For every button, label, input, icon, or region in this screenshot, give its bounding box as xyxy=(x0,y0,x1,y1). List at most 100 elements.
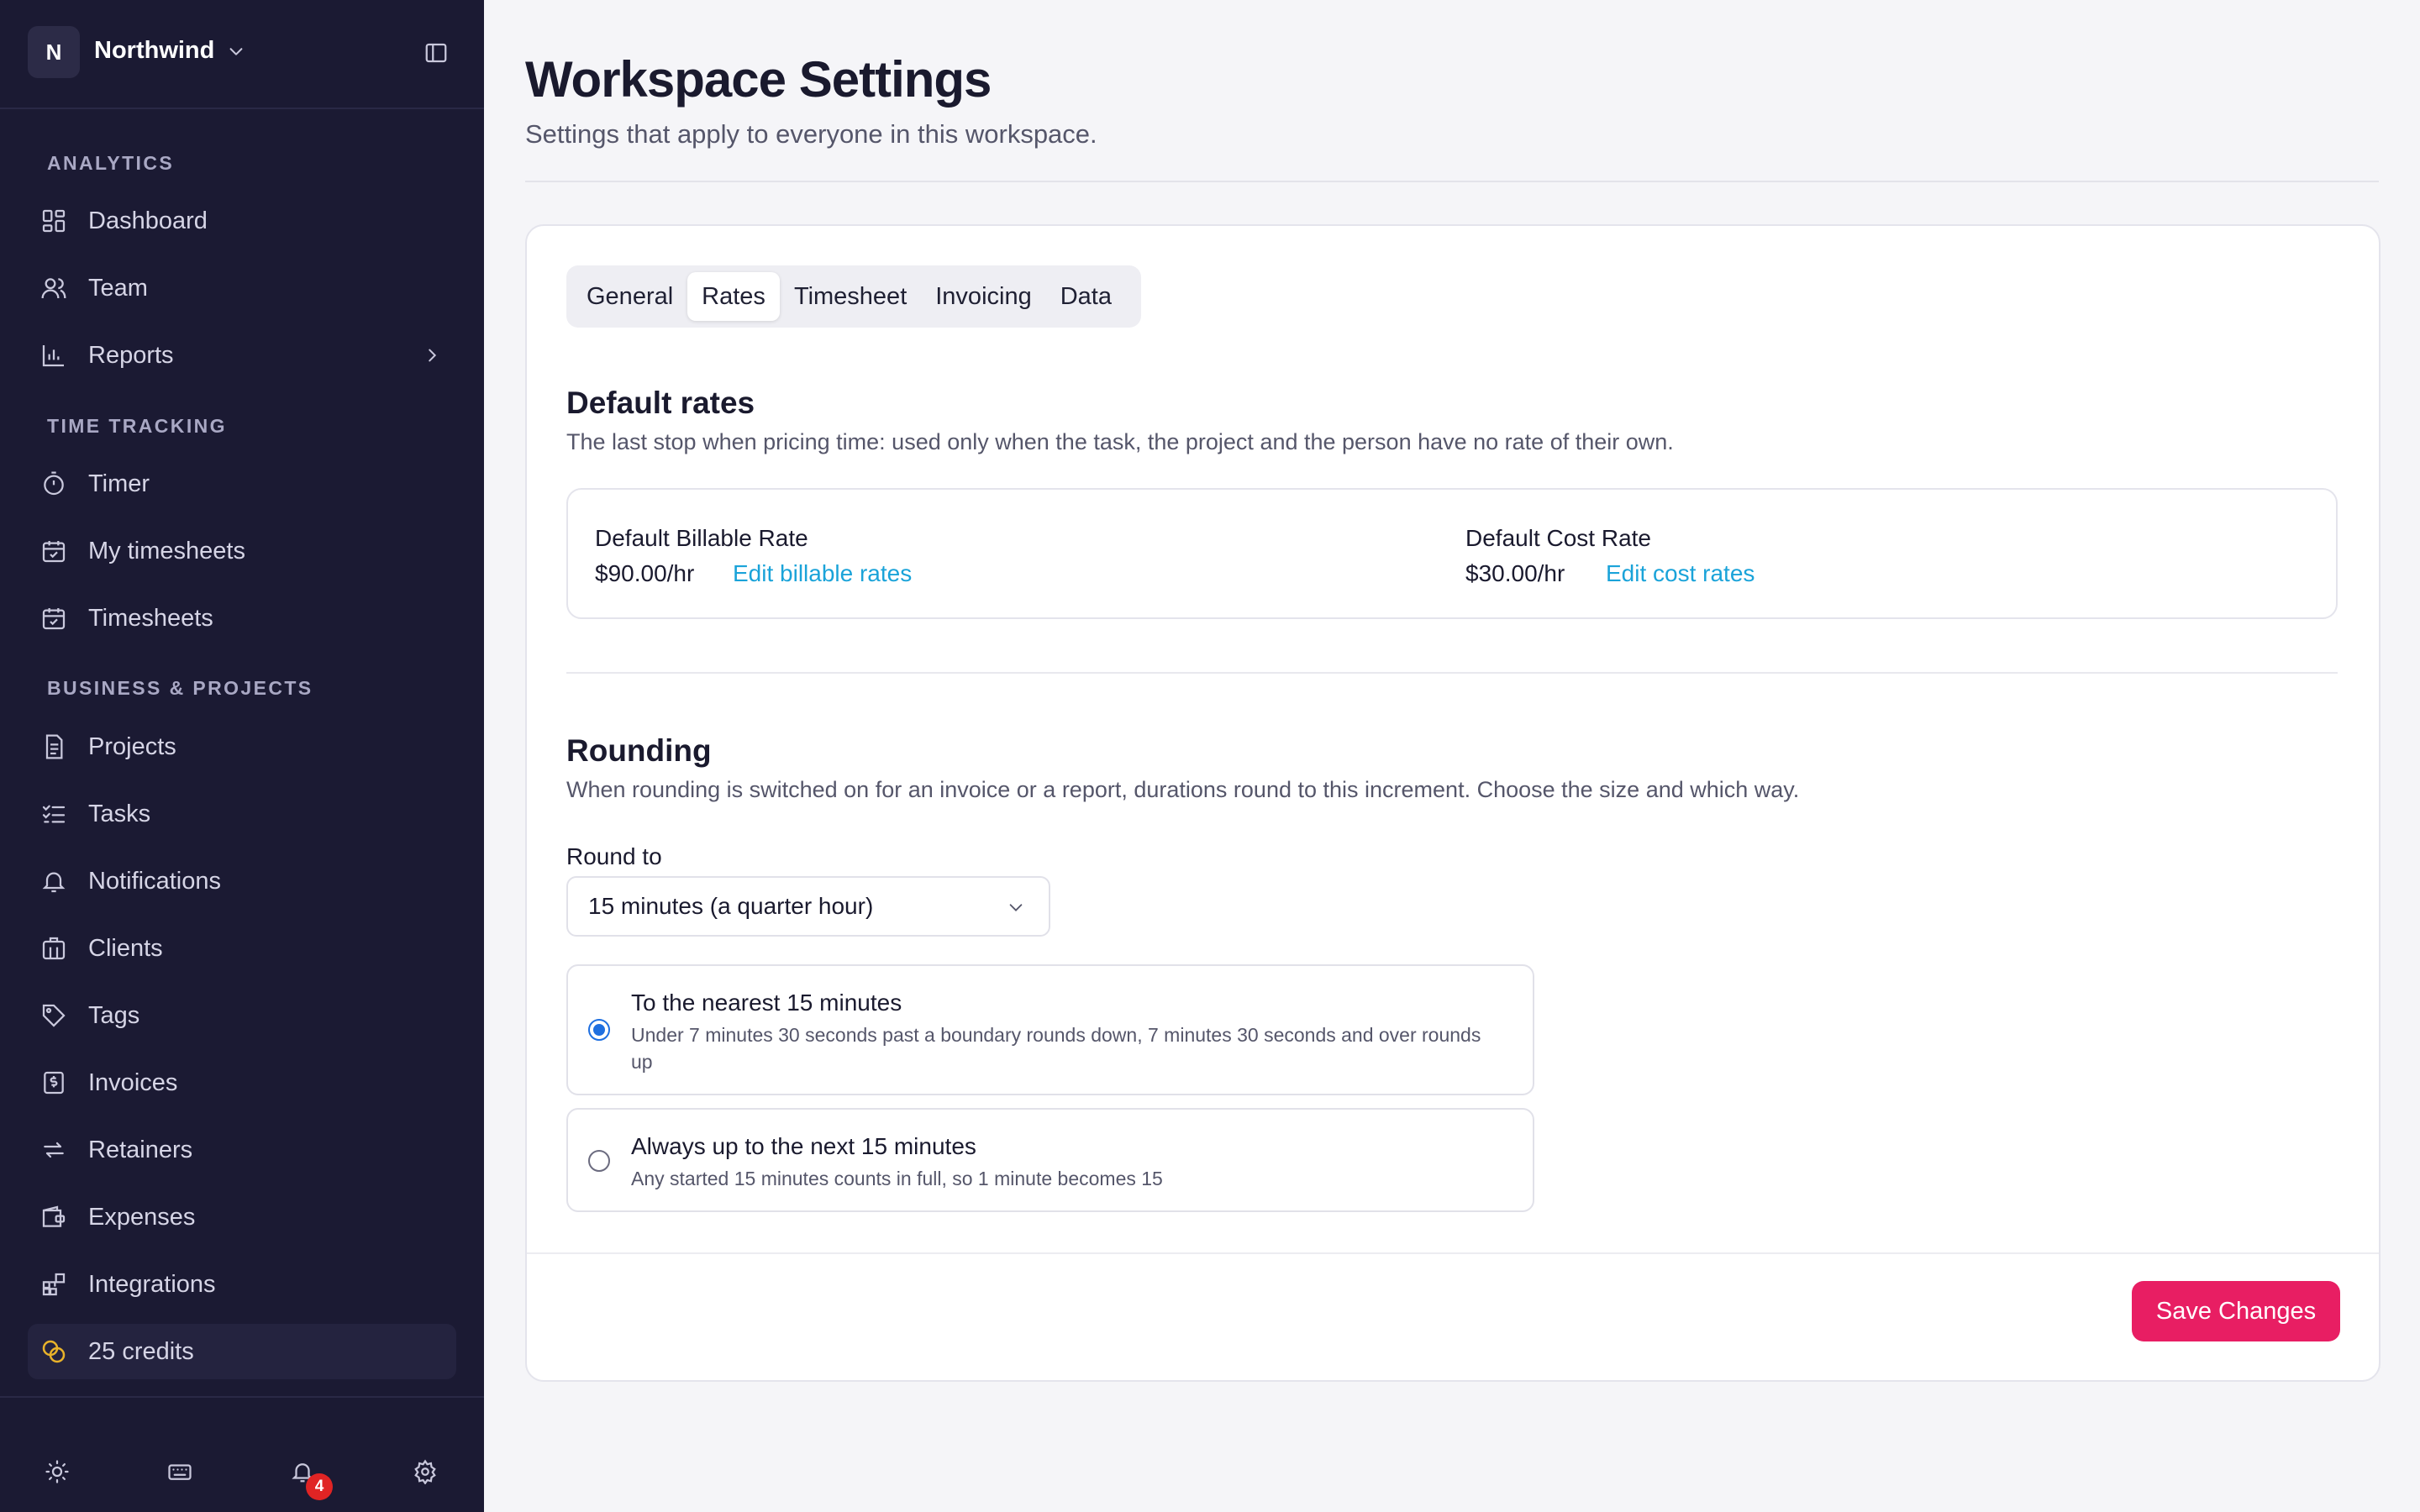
team-icon xyxy=(40,275,67,302)
save-changes-button[interactable]: Save Changes xyxy=(2132,1281,2340,1341)
checklist-icon xyxy=(40,801,67,827)
divider xyxy=(527,1252,2379,1254)
divider xyxy=(525,181,2379,182)
sidebar-item-label: Tasks xyxy=(88,800,151,827)
coins-icon xyxy=(40,1338,67,1365)
tab-timesheet[interactable]: Timesheet xyxy=(780,272,921,321)
section-label-analytics: ANALYTICS xyxy=(47,152,175,174)
tab-rates[interactable]: Rates xyxy=(687,272,780,321)
default-rates-heading: Default rates xyxy=(566,386,755,420)
option-title: To the nearest 15 minutes xyxy=(631,990,902,1016)
chevron-down-icon xyxy=(1009,904,1023,911)
sidebar-item-label: Invoices xyxy=(88,1068,178,1096)
sidebar-footer: 4 xyxy=(0,1396,484,1512)
page-title: Workspace Settings xyxy=(525,51,992,108)
settings-card: General Rates Timesheet Invoicing Data D… xyxy=(525,224,2381,1382)
workspace-avatar: N xyxy=(28,26,80,78)
tag-icon xyxy=(40,1002,67,1029)
radio-nearest[interactable] xyxy=(588,1019,610,1041)
sidebar-toggle-icon[interactable] xyxy=(424,40,449,66)
sidebar-item-dashboard[interactable]: Dashboard xyxy=(28,193,456,249)
sidebar-item-team[interactable]: Team xyxy=(28,260,456,316)
sidebar-item-label: Timesheets xyxy=(88,604,213,632)
chevron-down-icon xyxy=(229,48,243,55)
rounding-option-up[interactable]: Always up to the next 15 minutes Any sta… xyxy=(566,1108,1534,1212)
dashboard-icon xyxy=(40,207,67,234)
edit-cost-rates-link[interactable]: Edit cost rates xyxy=(1606,560,1754,587)
workspace-name: Northwind xyxy=(94,37,215,64)
billable-rate-value: $90.00/hr xyxy=(595,560,695,586)
settings-tabs: General Rates Timesheet Invoicing Data xyxy=(566,265,1141,328)
rounding-description: When rounding is switched on for an invo… xyxy=(566,777,1800,802)
sidebar-item-tags[interactable]: Tags xyxy=(28,988,456,1043)
keyboard-shortcuts-button[interactable] xyxy=(156,1448,203,1495)
sidebar-item-label: Reports xyxy=(88,341,174,369)
document-icon xyxy=(40,733,67,760)
sidebar-item-retainers[interactable]: Retainers xyxy=(28,1122,456,1178)
sidebar-item-label: 25 credits xyxy=(88,1337,194,1365)
cost-rate-value: $30.00/hr xyxy=(1465,560,1565,586)
sidebar-item-projects[interactable]: Projects xyxy=(28,719,456,774)
sidebar-item-tasks[interactable]: Tasks xyxy=(28,786,456,842)
default-rates-box: Default Billable Rate $90.00/hr Edit bil… xyxy=(566,488,2338,619)
workspace-switcher[interactable]: N Northwind xyxy=(0,0,484,109)
theme-toggle-button[interactable] xyxy=(34,1448,81,1495)
integrations-icon xyxy=(40,1271,67,1298)
repeat-icon xyxy=(40,1137,67,1163)
sidebar-item-expenses[interactable]: Expenses xyxy=(28,1189,456,1245)
gear-icon xyxy=(414,1459,436,1484)
bell-icon xyxy=(40,868,67,895)
default-rates-description: The last stop when pricing time: used on… xyxy=(566,429,1674,454)
edit-billable-rates-link[interactable]: Edit billable rates xyxy=(733,560,912,587)
sidebar-item-label: Dashboard xyxy=(88,207,208,234)
section-label-time-tracking: TIME TRACKING xyxy=(47,415,227,437)
radio-always-up[interactable] xyxy=(588,1150,610,1172)
billable-rate-label: Default Billable Rate xyxy=(595,525,808,551)
tab-data[interactable]: Data xyxy=(1046,272,1126,321)
sun-icon xyxy=(45,1460,69,1483)
sidebar-item-label: Projects xyxy=(88,732,176,760)
calendar-check-icon xyxy=(40,538,67,564)
round-to-label: Round to xyxy=(566,843,662,869)
building-icon xyxy=(40,935,67,962)
timer-icon xyxy=(40,470,67,497)
wallet-icon xyxy=(40,1204,67,1231)
sidebar-item-timesheets[interactable]: Timesheets xyxy=(28,591,456,646)
page-subtitle: Settings that apply to everyone in this … xyxy=(525,119,1097,149)
notifications-button[interactable]: 4 xyxy=(279,1448,333,1500)
tab-general[interactable]: General xyxy=(572,272,687,321)
option-description: Any started 15 minutes counts in full, s… xyxy=(631,1168,1163,1189)
sidebar-item-label: Expenses xyxy=(88,1203,196,1231)
round-to-select[interactable]: 15 minutes (a quarter hour) xyxy=(566,876,1050,937)
option-title: Always up to the next 15 minutes xyxy=(631,1133,976,1159)
sidebar-item-label: Team xyxy=(88,274,148,302)
calendar-check-icon xyxy=(40,605,67,632)
sidebar-item-notifications[interactable]: Notifications xyxy=(28,853,456,909)
cost-rate-label: Default Cost Rate xyxy=(1465,525,1651,551)
sidebar-item-invoices[interactable]: Invoices xyxy=(28,1055,456,1110)
rounding-heading: Rounding xyxy=(566,733,712,768)
reports-icon xyxy=(40,342,67,369)
invoice-icon xyxy=(40,1069,67,1096)
main-content: Workspace Settings Settings that apply t… xyxy=(484,0,2420,1512)
divider xyxy=(566,672,2338,674)
rounding-option-nearest[interactable]: To the nearest 15 minutes Under 7 minute… xyxy=(566,964,1534,1095)
sidebar-item-label: Integrations xyxy=(88,1270,216,1298)
settings-button[interactable] xyxy=(402,1448,449,1495)
keyboard-icon xyxy=(168,1464,192,1480)
chevron-right-icon xyxy=(429,349,437,362)
sidebar: N Northwind ANALYTICS Dashboard Team Rep… xyxy=(0,0,484,1512)
sidebar-item-label: Clients xyxy=(88,934,163,962)
sidebar-item-my-timesheets[interactable]: My timesheets xyxy=(28,523,456,579)
sidebar-item-timer[interactable]: Timer xyxy=(28,456,456,512)
option-description: Under 7 minutes 30 seconds past a bounda… xyxy=(631,1024,1481,1073)
sidebar-item-label: Notifications xyxy=(88,867,221,895)
sidebar-item-credits[interactable]: 25 credits xyxy=(28,1324,456,1379)
sidebar-item-label: Tags xyxy=(88,1001,140,1029)
notification-count-badge: 4 xyxy=(306,1473,333,1500)
round-to-selected-value: 15 minutes (a quarter hour) xyxy=(588,893,874,919)
sidebar-item-clients[interactable]: Clients xyxy=(28,921,456,976)
sidebar-item-integrations[interactable]: Integrations xyxy=(28,1257,456,1312)
sidebar-item-reports[interactable]: Reports xyxy=(28,328,456,383)
tab-invoicing[interactable]: Invoicing xyxy=(921,272,1045,321)
